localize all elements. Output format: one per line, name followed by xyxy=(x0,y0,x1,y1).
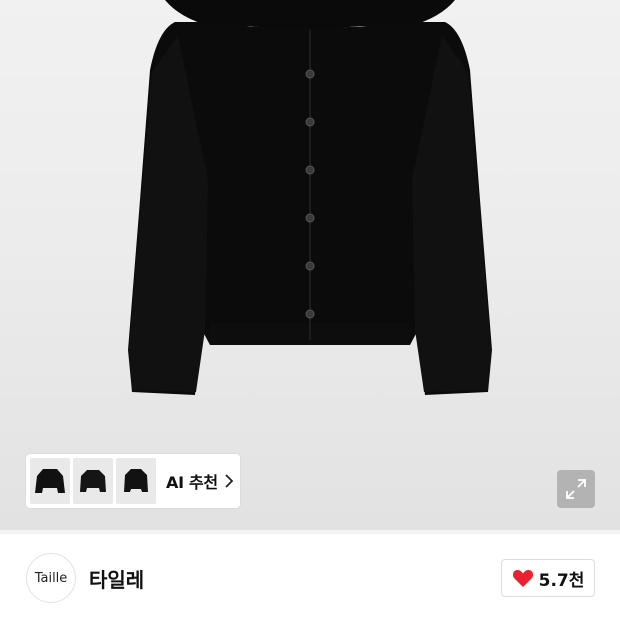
ai-recommend-strip[interactable]: AI 추천 xyxy=(26,454,240,508)
recommend-thumbnail[interactable] xyxy=(73,458,113,504)
thumbnail-cardigan-image xyxy=(80,470,106,492)
recommend-thumbnail[interactable] xyxy=(30,458,70,504)
thumbnail-cardigan-image xyxy=(35,469,65,493)
brand-row: Taille 타일레 5.7천 xyxy=(0,534,620,620)
recommend-thumbnail[interactable] xyxy=(116,458,156,504)
like-count: 5.7천 xyxy=(538,570,585,591)
heart-icon xyxy=(512,570,533,587)
ai-recommend-label[interactable]: AI 추천 xyxy=(166,469,218,493)
expand-image-button[interactable] xyxy=(557,470,595,508)
product-gallery[interactable]: AI 추천 xyxy=(0,0,620,530)
like-button[interactable]: 5.7천 xyxy=(501,559,595,597)
brand-name[interactable]: 타일레 xyxy=(89,564,144,593)
expand-icon xyxy=(566,479,586,499)
product-image-cardigan[interactable] xyxy=(0,0,620,530)
chevron-right-icon[interactable] xyxy=(224,474,234,488)
thumbnail-cardigan-image xyxy=(124,469,148,492)
brand-logo-text: Taille xyxy=(34,570,68,586)
brand-logo[interactable]: Taille xyxy=(26,553,76,603)
